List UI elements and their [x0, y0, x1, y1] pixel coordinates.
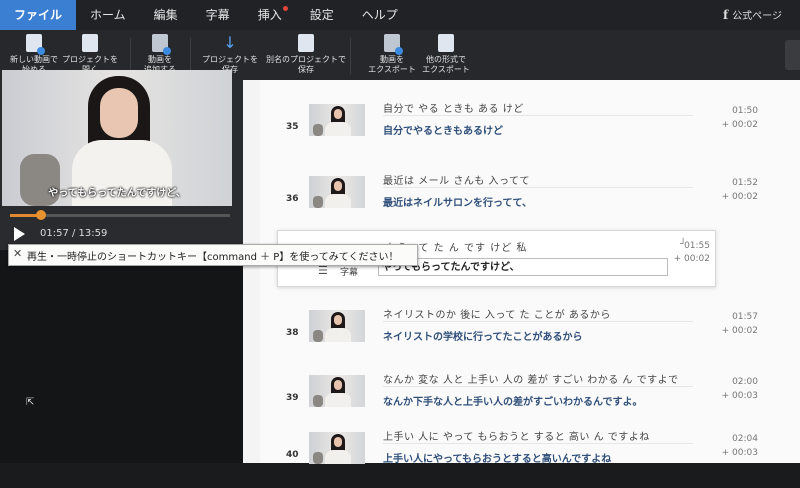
save-project-label-1: プロジェクトを: [202, 55, 258, 64]
seek-bar-handle[interactable]: [35, 210, 46, 220]
export-video-icon: [384, 34, 403, 55]
subtitle-duration: + 00:02: [721, 120, 758, 130]
subtitle-number: 36: [286, 194, 299, 204]
subtitle-number: 35: [286, 122, 299, 132]
toolbar-divider: [350, 38, 351, 74]
menu-subtitles[interactable]: 字幕: [192, 0, 244, 30]
facebook-page-link[interactable]: f 公式ページ: [723, 0, 782, 30]
subtitle-row[interactable]: 40 上手い 人に やって もらおうと すると 高い ん ですよね 上手い人にや…: [243, 428, 800, 488]
video-preview[interactable]: やってもらってたんですけど、: [2, 70, 232, 206]
subtitle-row[interactable]: 39 なんか 変な 人と 上手い 人の 差が すごい わかる ん ですよで なん…: [243, 371, 800, 431]
export-other-label-2: エクスポート: [422, 65, 470, 74]
save-as-file-icon: [298, 34, 314, 52]
subtitle-timestamp: 02:00: [732, 377, 758, 387]
row-divider: [383, 187, 693, 188]
add-video-icon: [152, 34, 171, 55]
subtitle-original-text[interactable]: 上手い 人に やって もらおうと すると 高い ん ですよね: [383, 428, 650, 443]
subtitle-row[interactable]: 35 自分で やる ときも ある けど 自分でやるときもあるけど 01:50 +…: [243, 100, 800, 160]
tooltip-text: 再生・一時停止のショートカットキー【command ＋ P】を使ってみてください…: [27, 252, 399, 263]
toolbar-divider: [130, 38, 131, 74]
menu-edit[interactable]: 編集: [140, 0, 192, 30]
subtitle-duration: + 00:03: [721, 391, 758, 401]
subtitle-row[interactable]: 36 最近は メール さんも 入ってて 最近はネイルサロンを行ってて、 01:5…: [243, 172, 800, 232]
subtitle-input[interactable]: やってもらってたんですけど、: [378, 258, 668, 276]
menu-home[interactable]: ホーム: [76, 0, 140, 30]
subtitle-duration: + 00:02: [721, 192, 758, 202]
save-download-icon: [222, 34, 238, 52]
play-icon[interactable]: [14, 227, 25, 241]
row-divider: [383, 321, 693, 322]
save-project-button[interactable]: プロジェクトを 保存: [190, 34, 270, 75]
playback-time: 01:57 / 13:59: [40, 228, 108, 239]
menu-help[interactable]: ヘルプ: [348, 0, 412, 30]
subtitle-original-text[interactable]: ネイリストのか 後に 入って た ことが あるから: [383, 306, 611, 321]
export-other-button[interactable]: 他の形式で エクスポート: [406, 34, 486, 75]
video-person-face: [100, 88, 138, 138]
notification-dot-icon: [282, 6, 288, 11]
save-as-button[interactable]: 別名のプロジェクトで 保存: [266, 34, 346, 75]
add-video-label-1: 動画を: [148, 55, 172, 64]
menu-insert-label: 挿入: [257, 8, 282, 22]
facebook-icon: f: [723, 8, 729, 22]
subtitle-thumbnail: [309, 432, 365, 464]
subtitle-original-text[interactable]: なんか 変な 人と 上手い 人の 差が すごい わかる ん ですよで: [383, 371, 679, 386]
menu-settings[interactable]: 設定: [296, 0, 348, 30]
subtitle-field-label: 字幕: [340, 268, 359, 278]
subtitle-number: 39: [286, 393, 299, 403]
mouse-cursor-icon: ⇱: [26, 397, 35, 408]
save-as-label-1: 別名のプロジェクトで: [266, 55, 346, 64]
row-divider: [383, 386, 693, 387]
menu-insert[interactable]: 挿入: [244, 0, 296, 30]
side-tab-handle[interactable]: [785, 40, 800, 70]
subtitle-thumbnail: [309, 176, 365, 208]
subtitle-timestamp: 01:50: [732, 106, 758, 116]
subtitle-text[interactable]: ネイリストの学校に行ってたことがあるから: [383, 328, 583, 343]
active-subtitle-timestamp: 01:55: [684, 241, 710, 251]
seek-bar[interactable]: [10, 210, 230, 220]
subtitle-timestamp: 01:57: [732, 312, 758, 322]
video-subtitle: やってもらってたんですけど、: [48, 188, 186, 199]
subtitle-duration: + 00:03: [721, 448, 758, 458]
left-lower-panel: [0, 250, 243, 463]
subtitle-row[interactable]: 38 ネイリストのか 後に 入って た ことが あるから ネイリストの学校に行っ…: [243, 306, 800, 366]
open-project-button[interactable]: プロジェクトを 開く: [50, 34, 130, 75]
open-project-label-1: プロジェクトを: [62, 55, 118, 64]
save-as-label-2: 保存: [298, 65, 314, 74]
project-file-icon: [82, 34, 98, 52]
close-icon[interactable]: ✕: [13, 247, 22, 260]
facebook-label: 公式ページ: [732, 11, 782, 22]
subtitle-timestamp: 02:04: [732, 434, 758, 444]
row-divider: [383, 115, 693, 116]
subtitle-text[interactable]: 自分でやるときもあるけど: [383, 122, 503, 137]
subtitle-text[interactable]: 最近はネイルサロンを行ってて、: [383, 194, 532, 209]
subtitle-original-text[interactable]: 最近は メール さんも 入ってて: [383, 172, 530, 187]
menu-file[interactable]: ファイル: [0, 0, 77, 30]
menu-bar: ファイル ホーム 編集 字幕 挿入 設定 ヘルプ f 公式ページ: [0, 0, 800, 30]
toolbar-divider: [190, 38, 191, 74]
subtitle-thumbnail: [309, 310, 365, 342]
export-format-icon: [438, 34, 454, 52]
subtitle-timestamp: 01:52: [732, 178, 758, 188]
subtitle-thumbnail: [309, 375, 365, 407]
subtitle-number: 38: [286, 328, 299, 338]
shortcut-tooltip: ✕ 再生・一時停止のショートカットキー【command ＋ P】を使ってみてくだ…: [8, 244, 418, 266]
add-video-button[interactable]: 動画を 追加する: [120, 34, 200, 75]
subtitle-text[interactable]: なんか下手な人と上手い人の差がすごいわかるんですよ。: [383, 393, 643, 408]
new-document-icon: [26, 34, 45, 55]
subtitle-original-text[interactable]: 自分で やる ときも ある けど: [383, 100, 524, 115]
row-divider: [383, 443, 693, 444]
subtitle-duration: + 00:02: [721, 326, 758, 336]
subtitle-number: 40: [286, 450, 299, 460]
subtitle-thumbnail: [309, 104, 365, 136]
export-other-label-1: 他の形式で: [426, 55, 466, 64]
